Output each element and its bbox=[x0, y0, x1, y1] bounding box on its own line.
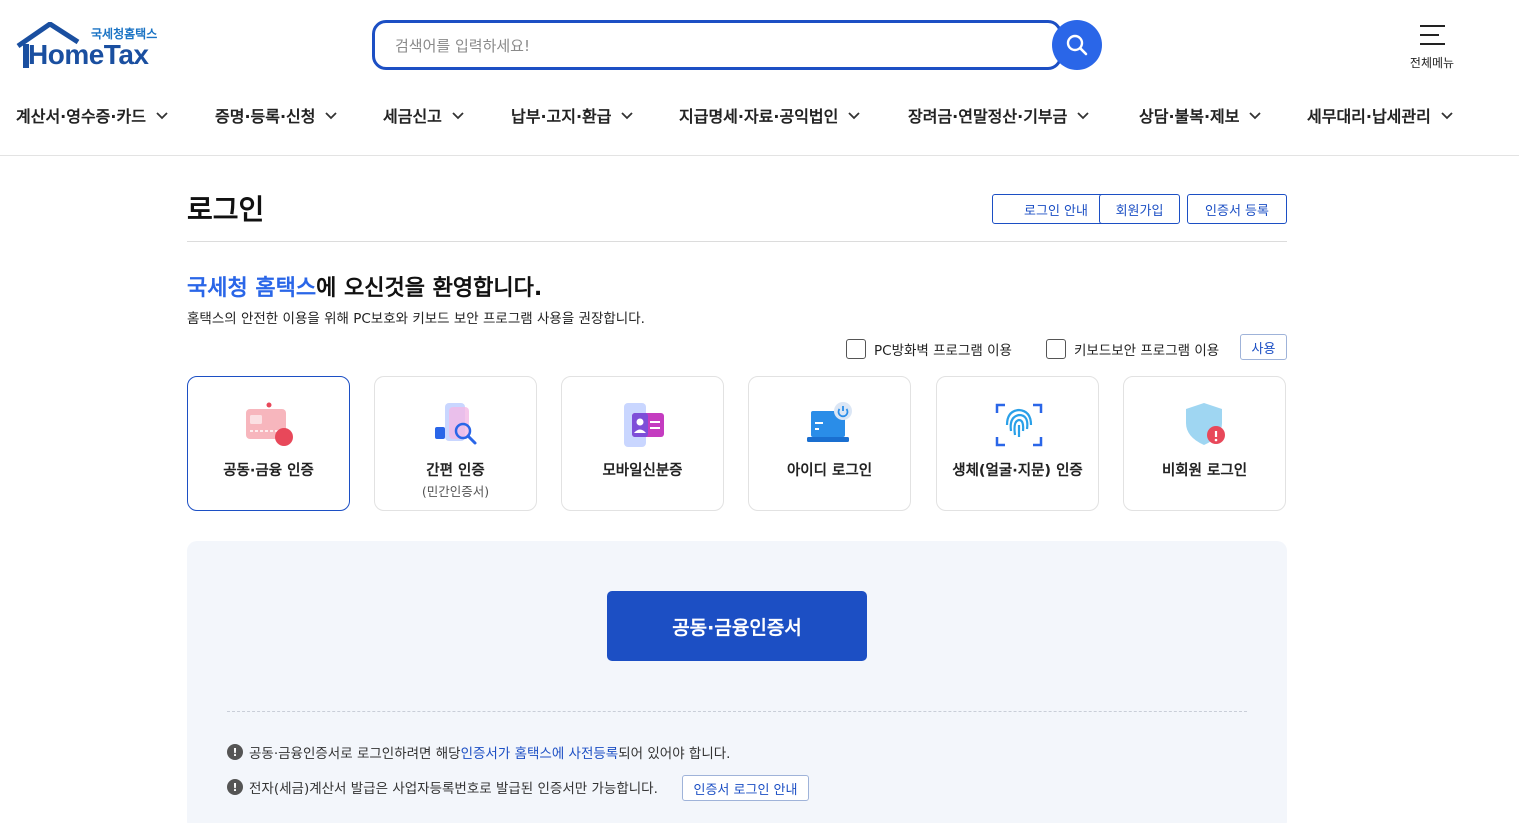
logo-title: HomeTax bbox=[28, 39, 149, 70]
login-method-mobile-id[interactable]: 모바일신분증 bbox=[561, 376, 724, 511]
login-method-biometric[interactable]: 생체(얼굴·지문) 인증 bbox=[936, 376, 1099, 511]
nav-item-tax-filing[interactable]: 세금신고 bbox=[383, 100, 465, 130]
nav-item-label: 계산서·영수증·카드 bbox=[16, 107, 146, 126]
notice-text: 전자(세금)계산서 발급은 사업자등록번호로 발급된 인증서만 가능합니다. bbox=[249, 781, 658, 797]
certificate-card-icon bbox=[246, 402, 293, 446]
use-security-button[interactable]: 사용 bbox=[1240, 334, 1287, 360]
chevron-down-icon bbox=[1441, 112, 1453, 120]
checkbox-square[interactable] bbox=[1046, 339, 1066, 359]
all-menu-button[interactable]: 전체메뉴 bbox=[1402, 20, 1462, 72]
nav-item-consulting[interactable]: 상담·불복·제보 bbox=[1139, 100, 1262, 130]
notice-text: 공동·금융인증서로 로그인하려면 해당 bbox=[249, 746, 461, 762]
login-method-label: 모바일신분증 bbox=[602, 463, 683, 479]
notice-text-end: 되어 있어야 합니다. bbox=[618, 746, 731, 762]
firewall-checkbox[interactable]: PC방화벽 프로그램 이용 bbox=[846, 338, 1012, 360]
security-recommendation: 홈택스의 안전한 이용을 위해 PC보호와 키보드 보안 프로그램 사용을 권장… bbox=[187, 311, 645, 327]
chevron-down-icon bbox=[156, 112, 168, 120]
chevron-down-icon bbox=[1249, 112, 1262, 120]
search-button[interactable] bbox=[1052, 20, 1102, 70]
login-method-sublabel: (민간인증서) bbox=[421, 484, 490, 499]
fingerprint-icon bbox=[995, 403, 1043, 447]
nav-item-invoices[interactable]: 계산서·영수증·카드 bbox=[16, 100, 169, 130]
certificate-login-button[interactable]: 공동·금융인증서 bbox=[607, 591, 867, 661]
chevron-down-icon bbox=[848, 112, 860, 120]
nav-item-label: 납부·고지·환급 bbox=[511, 107, 612, 126]
login-method-label: 비회원 로그인 bbox=[1161, 463, 1248, 479]
nav-item-label: 지급명세·자료·공익법인 bbox=[679, 107, 839, 126]
login-method-label: 아이디 로그인 bbox=[786, 463, 873, 479]
exclamation-icon: ! bbox=[227, 779, 243, 795]
simple-auth-phone-icon bbox=[435, 403, 477, 445]
keyboard-security-checkbox[interactable]: 키보드보안 프로그램 이용 bbox=[1046, 338, 1219, 360]
nav-item-label: 세금신고 bbox=[383, 107, 442, 126]
title-divider bbox=[187, 241, 1287, 242]
search-box bbox=[372, 20, 1062, 70]
notice-preregistration: ! 공동·금융인증서로 로그인하려면 해당 인증서가 홈택스에 사전등록 되어 있… bbox=[227, 741, 730, 763]
search-input[interactable] bbox=[395, 35, 1035, 57]
certificate-login-guide-button[interactable]: 인증서 로그인 안내 bbox=[682, 775, 809, 801]
welcome-text: 에 오신것을 환영합니다. bbox=[316, 276, 543, 301]
nav-item-payment[interactable]: 납부·고지·환급 bbox=[511, 100, 634, 130]
nav-item-label: 상담·불복·제보 bbox=[1139, 107, 1240, 126]
login-method-simple-auth[interactable]: 간편 인증 (민간인증서) bbox=[374, 376, 537, 511]
nav-item-tax-agent[interactable]: 세무대리·납세관리 bbox=[1307, 100, 1454, 130]
hamburger-icon bbox=[1420, 25, 1445, 45]
login-method-certificate[interactable]: 공동·금융 인증 bbox=[187, 376, 350, 511]
chevron-down-icon bbox=[1077, 112, 1089, 120]
nav-item-label: 세무대리·납세관리 bbox=[1307, 107, 1431, 126]
login-method-label: 생체(얼굴·지문) 인증 bbox=[952, 463, 1083, 479]
signup-button[interactable]: 회원가입 bbox=[1099, 194, 1180, 224]
main-navigation: 계산서·영수증·카드 증명·등록·신청 세금신고 납부·고지·환급 지급명세·자… bbox=[0, 100, 1519, 130]
site-header: 국세청홈택스 HomeTax 전체메뉴 계산서·영수증·카드 증명·등록·신청 … bbox=[0, 0, 1519, 156]
search-icon bbox=[1066, 34, 1088, 56]
nav-item-certificates[interactable]: 증명·등록·신청 bbox=[215, 100, 338, 130]
preregistration-link[interactable]: 인증서가 홈택스에 사전등록 bbox=[461, 742, 619, 762]
checkbox-square[interactable] bbox=[846, 339, 866, 359]
nav-item-label: 장려금·연말정산·기부금 bbox=[908, 107, 1068, 126]
register-certificate-button[interactable]: 인증서 등록 bbox=[1187, 194, 1287, 224]
hometax-logo[interactable]: 국세청홈택스 HomeTax bbox=[16, 22, 176, 74]
chevron-down-icon bbox=[452, 112, 464, 120]
firewall-checkbox-label: PC방화벽 프로그램 이용 bbox=[874, 343, 1012, 359]
login-method-label: 공동·금융 인증 bbox=[223, 463, 314, 479]
laptop-power-icon bbox=[807, 402, 852, 442]
nav-item-incentives[interactable]: 장려금·연말정산·기부금 bbox=[908, 100, 1090, 130]
chevron-down-icon bbox=[621, 112, 634, 120]
nav-item-label: 증명·등록·신청 bbox=[215, 107, 316, 126]
nav-item-statements[interactable]: 지급명세·자료·공익법인 bbox=[679, 100, 861, 130]
keyboard-security-checkbox-label: 키보드보안 프로그램 이용 bbox=[1074, 343, 1220, 359]
login-method-id-login[interactable]: 아이디 로그인 bbox=[748, 376, 911, 511]
login-method-label: 간편 인증 bbox=[426, 463, 485, 479]
panel-divider bbox=[227, 711, 1247, 712]
exclamation-icon: ! bbox=[227, 744, 243, 760]
login-method-guest[interactable]: 비회원 로그인 bbox=[1123, 376, 1286, 511]
welcome-highlight: 국세청 홈택스 bbox=[187, 276, 317, 301]
shield-icon bbox=[1186, 403, 1225, 445]
all-menu-label: 전체메뉴 bbox=[1409, 56, 1455, 70]
welcome-heading: 국세청 홈택스에 오신것을 환영합니다. bbox=[187, 270, 542, 302]
mobile-id-icon bbox=[624, 403, 664, 447]
chevron-down-icon bbox=[325, 112, 338, 120]
notice-e-invoice: ! 전자(세금)계산서 발급은 사업자등록번호로 발급된 인증서만 가능합니다. bbox=[227, 776, 658, 798]
page-title: 로그인 bbox=[187, 193, 265, 226]
